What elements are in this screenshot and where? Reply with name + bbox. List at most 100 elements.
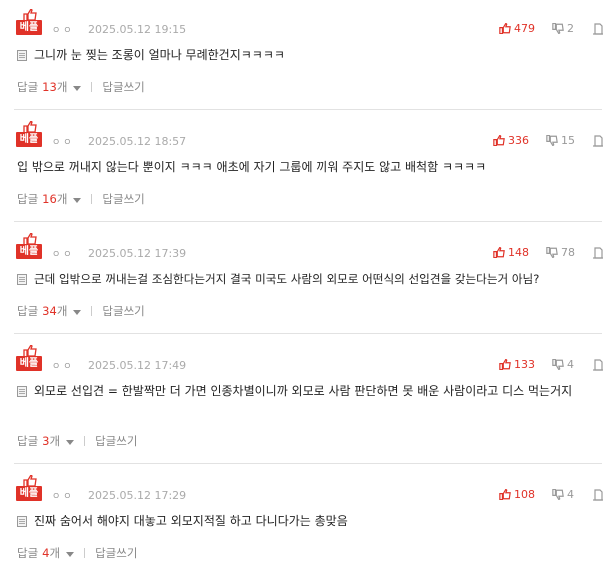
- thumb-up-icon: [493, 135, 505, 146]
- divider: [14, 333, 602, 334]
- dislike-count: 78: [561, 246, 575, 259]
- divider: [14, 109, 602, 110]
- thumb-down-icon: [552, 359, 564, 370]
- chevron-down-icon: [73, 198, 82, 203]
- thumb-up-icon: [499, 489, 511, 500]
- best-badge: 베플: [16, 9, 42, 37]
- best-label: 베플: [16, 244, 42, 259]
- thumb-down-icon: [552, 489, 564, 500]
- comment-date: 2025.05.12 19:15: [88, 23, 187, 36]
- like-count: 479: [514, 22, 535, 35]
- like-button[interactable]: 479: [499, 22, 535, 35]
- more-icon[interactable]: [592, 23, 604, 35]
- reply-toggle[interactable]: 답글 3개: [17, 433, 75, 449]
- comment-text: 입 밖으로 꺼내지 않는다 뿐이지 ㅋㅋㅋ 애초에 자기 그룹에 끼워 주지도 …: [17, 160, 487, 174]
- chevron-down-icon: [73, 310, 82, 315]
- more-icon[interactable]: [592, 489, 604, 501]
- divider: [91, 194, 93, 204]
- dislike-button[interactable]: 4: [552, 488, 574, 501]
- comment-date: 2025.05.12 18:57: [88, 135, 187, 148]
- like-count: 133: [514, 358, 535, 371]
- reply-bar: 답글 13개 답글쓰기: [17, 79, 145, 95]
- more-icon[interactable]: [592, 135, 604, 147]
- reply-count: 13: [42, 80, 57, 94]
- comment-date: 2025.05.12 17:49: [88, 359, 187, 372]
- comment-item: 베플 ㅇㅇ 2025.05.12 18:57 336 15 입 밖으로 꺼내지 …: [0, 112, 616, 222]
- best-badge: 베플: [16, 345, 42, 373]
- doc-icon: [17, 516, 27, 527]
- dislike-count: 2: [567, 22, 574, 35]
- divider: [14, 221, 602, 222]
- like-button[interactable]: 108: [499, 488, 535, 501]
- divider: [84, 548, 86, 558]
- author-name[interactable]: ㅇㅇ: [52, 247, 75, 260]
- write-reply-button[interactable]: 답글쓰기: [102, 79, 144, 95]
- thumb-up-icon: [493, 247, 505, 258]
- comment-text: 외모로 선입견 = 한발짝만 더 가면 인종차별이니까 외모로 사람 판단하면 …: [34, 384, 573, 398]
- dislike-count: 4: [567, 488, 574, 501]
- comment-date: 2025.05.12 17:29: [88, 489, 187, 502]
- dislike-button[interactable]: 15: [546, 134, 575, 147]
- reply-toggle[interactable]: 답글 4개: [17, 545, 75, 561]
- author-name[interactable]: ㅇㅇ: [52, 135, 75, 148]
- reply-count: 16: [42, 192, 57, 206]
- divider: [14, 463, 602, 464]
- like-button[interactable]: 133: [499, 358, 535, 371]
- like-button[interactable]: 336: [493, 134, 529, 147]
- best-badge: 베플: [16, 121, 42, 149]
- like-count: 108: [514, 488, 535, 501]
- divider: [91, 82, 93, 92]
- reply-count: 34: [42, 304, 57, 318]
- write-reply-button[interactable]: 답글쓰기: [102, 191, 144, 207]
- like-count: 336: [508, 134, 529, 147]
- comment-item: 베플 ㅇㅇ 2025.05.12 17:49 133 4 외모로 선입견 = 한…: [0, 336, 616, 464]
- write-reply-button[interactable]: 답글쓰기: [95, 545, 137, 561]
- author-name[interactable]: ㅇㅇ: [52, 489, 75, 502]
- reply-toggle[interactable]: 답글 16개: [17, 191, 82, 207]
- dislike-button[interactable]: 2: [552, 22, 574, 35]
- divider: [84, 436, 86, 446]
- comment-text: 근데 입밖으로 꺼내는걸 조심한다는거지 결국 미국도 사람의 외모로 어떤식의…: [34, 272, 540, 286]
- comment-item: 베플 ㅇㅇ 2025.05.12 19:15 479 2 그니까 눈 찢는 조롱…: [0, 0, 616, 110]
- chevron-down-icon: [66, 440, 75, 445]
- dislike-count: 15: [561, 134, 575, 147]
- dislike-button[interactable]: 4: [552, 358, 574, 371]
- thumb-down-icon: [546, 135, 558, 146]
- doc-icon: [17, 274, 27, 285]
- best-label: 베플: [16, 356, 42, 371]
- divider: [91, 306, 93, 316]
- write-reply-button[interactable]: 답글쓰기: [95, 433, 137, 449]
- reply-bar: 답글 3개 답글쓰기: [17, 433, 137, 449]
- doc-icon: [17, 50, 27, 61]
- author-name[interactable]: ㅇㅇ: [52, 23, 75, 36]
- thumb-up-icon: [499, 23, 511, 34]
- reply-bar: 답글 16개 답글쓰기: [17, 191, 145, 207]
- like-count: 148: [508, 246, 529, 259]
- best-badge: 베플: [16, 233, 42, 261]
- dislike-count: 4: [567, 358, 574, 371]
- comment-text: 그니까 눈 찢는 조롱이 얼마나 무례한건지ㅋㅋㅋㅋ: [34, 48, 285, 62]
- chevron-down-icon: [73, 86, 82, 91]
- reply-toggle[interactable]: 답글 13개: [17, 79, 82, 95]
- reply-toggle[interactable]: 답글 34개: [17, 303, 82, 319]
- chevron-down-icon: [66, 552, 75, 557]
- comment-item: 베플 ㅇㅇ 2025.05.12 17:29 108 4 진짜 숨어서 해야지 …: [0, 466, 616, 575]
- more-icon[interactable]: [592, 359, 604, 371]
- comment-date: 2025.05.12 17:39: [88, 247, 187, 260]
- reply-count: 4: [42, 546, 50, 560]
- more-icon[interactable]: [592, 247, 604, 259]
- reply-bar: 답글 4개 답글쓰기: [17, 545, 137, 561]
- write-reply-button[interactable]: 답글쓰기: [102, 303, 144, 319]
- like-button[interactable]: 148: [493, 246, 529, 259]
- best-label: 베플: [16, 132, 42, 147]
- reply-bar: 답글 34개 답글쓰기: [17, 303, 145, 319]
- thumb-up-icon: [499, 359, 511, 370]
- thumb-down-icon: [546, 247, 558, 258]
- dislike-button[interactable]: 78: [546, 246, 575, 259]
- comment-item: 베플 ㅇㅇ 2025.05.12 17:39 148 78 근데 입밖으로 꺼내…: [0, 224, 616, 334]
- best-badge: 베플: [16, 475, 42, 503]
- best-label: 베플: [16, 486, 42, 501]
- thumb-down-icon: [552, 23, 564, 34]
- author-name[interactable]: ㅇㅇ: [52, 359, 75, 372]
- reply-count: 3: [42, 434, 50, 448]
